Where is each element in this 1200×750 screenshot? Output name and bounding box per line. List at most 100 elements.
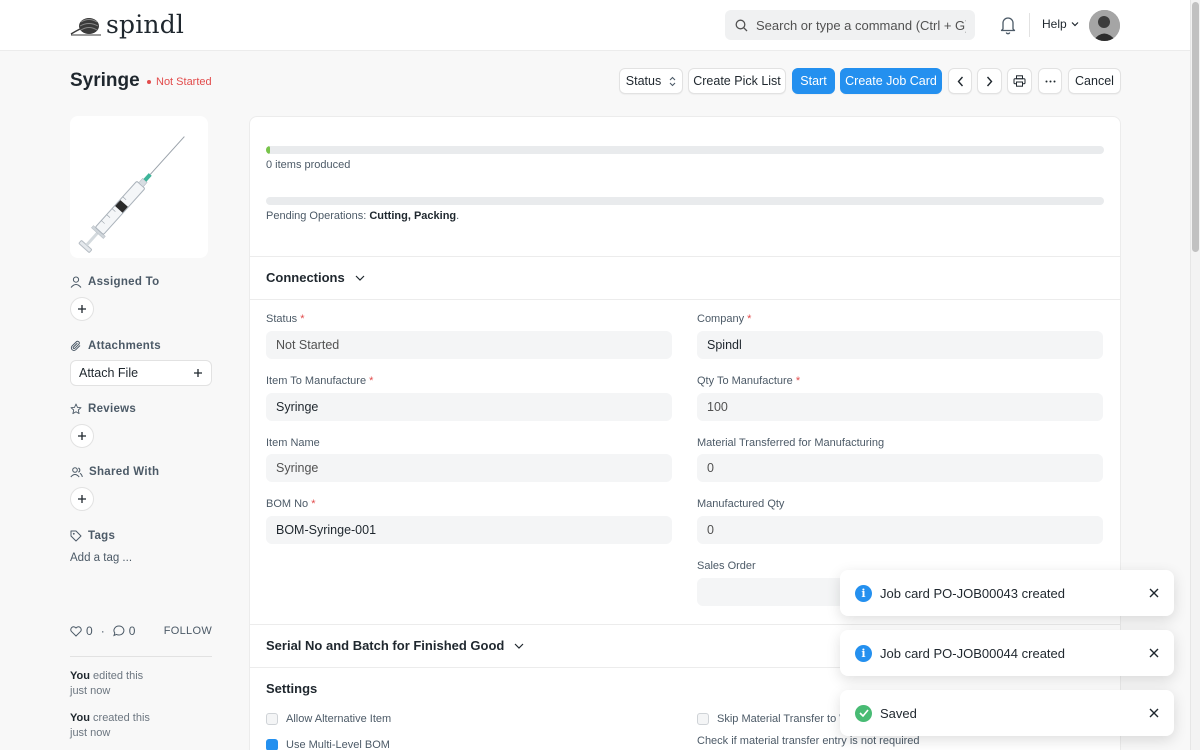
page-title: Syringe: [70, 70, 140, 91]
user-avatar[interactable]: [1089, 10, 1120, 41]
start-button[interactable]: Start: [792, 68, 835, 94]
item-to-manufacture-field[interactable]: Syringe: [266, 393, 672, 421]
app-logo[interactable]: spindl: [70, 10, 184, 39]
qty-to-manufacture-label: Qty To Manufacture *: [697, 375, 801, 387]
activity-action: created this: [93, 712, 150, 724]
bom-no-field[interactable]: BOM-Syringe-001: [266, 516, 672, 544]
plus-icon: [194, 369, 202, 377]
settings-title: Settings: [266, 681, 318, 696]
assigned-to-section: Assigned To: [70, 276, 159, 288]
chevron-down-icon: [514, 643, 524, 649]
heart-icon[interactable]: [70, 625, 82, 637]
status-button-label: Status: [625, 74, 662, 88]
attach-file-button[interactable]: Attach File: [70, 360, 212, 386]
status-text: Not Started: [156, 76, 212, 88]
sort-arrows-icon: [669, 76, 676, 86]
printer-icon: [1013, 75, 1026, 87]
activity-action: edited this: [93, 670, 144, 682]
help-label: Help: [1042, 17, 1067, 31]
print-button[interactable]: [1007, 68, 1032, 94]
checkbox-checked[interactable]: [266, 739, 278, 750]
activity-user[interactable]: You: [70, 670, 90, 682]
sidebar-divider: [70, 656, 212, 657]
paperclip-icon: [70, 340, 81, 351]
plus-icon: [78, 432, 86, 440]
search-bar[interactable]: [725, 10, 975, 40]
comments-count: 0: [128, 624, 136, 638]
activity-item: You created this just now: [70, 711, 150, 741]
toast-message: Saved: [880, 705, 917, 721]
attachments-label: Attachments: [88, 340, 161, 352]
close-icon[interactable]: [1148, 587, 1160, 599]
attachments-section: Attachments: [70, 340, 161, 352]
status-button[interactable]: Status: [619, 68, 683, 94]
page-scrollbar[interactable]: [1190, 0, 1200, 750]
plus-icon: [78, 495, 86, 503]
allow-alternative-item-checkbox[interactable]: Allow Alternative Item: [266, 713, 391, 725]
activity-user[interactable]: You: [70, 712, 90, 724]
create-pick-list-button[interactable]: Create Pick List: [688, 68, 786, 94]
close-icon[interactable]: [1148, 647, 1160, 659]
likes-count: 0: [86, 624, 93, 638]
tag-icon: [70, 530, 82, 542]
pending-prefix: Pending Operations:: [266, 210, 370, 222]
checkbox[interactable]: [266, 713, 278, 725]
chevron-down-icon: [355, 275, 365, 281]
help-dropdown[interactable]: Help: [1042, 17, 1079, 31]
close-icon[interactable]: [1148, 707, 1160, 719]
item-name-field[interactable]: Syringe: [266, 454, 672, 482]
qty-to-manufacture-field[interactable]: 100: [697, 393, 1103, 421]
produced-progress-bar: [266, 146, 1104, 154]
comment-icon[interactable]: [112, 625, 125, 637]
add-share-button[interactable]: [70, 487, 94, 511]
next-button[interactable]: [977, 68, 1002, 94]
search-input[interactable]: [756, 17, 966, 33]
settings-section-title: Settings: [266, 681, 317, 696]
material-transferred-field[interactable]: 0: [697, 454, 1103, 482]
skip-material-transfer-help: Check if material transfer entry is not …: [697, 735, 920, 747]
more-actions-button[interactable]: [1038, 68, 1062, 94]
toast-message: Job card PO-JOB00043 created: [880, 585, 1065, 601]
navbar-separator: [1029, 13, 1030, 37]
material-transferred-label: Material Transferred for Manufacturing: [697, 437, 885, 449]
info-icon: i: [855, 644, 872, 662]
operations-progress-bar: [266, 197, 1104, 205]
users-icon: [70, 467, 83, 478]
status-field-label: Status *: [266, 313, 305, 325]
follow-link[interactable]: FOLLOW: [164, 625, 212, 637]
ellipsis-icon: [1045, 80, 1055, 82]
company-field[interactable]: Spindl: [697, 331, 1103, 359]
use-multi-level-bom-checkbox[interactable]: Use Multi-Level BOM: [266, 739, 390, 750]
search-icon: [735, 19, 748, 31]
manufactured-qty-field[interactable]: 0: [697, 516, 1103, 544]
add-tag-link[interactable]: Add a tag ...: [70, 552, 132, 564]
assigned-to-label: Assigned To: [88, 276, 160, 288]
section-divider: [250, 256, 1120, 257]
tags-label: Tags: [88, 530, 116, 542]
attach-file-label: Attach File: [79, 366, 139, 380]
create-job-card-button[interactable]: Create Job Card: [840, 68, 942, 94]
serial-batch-section-toggle[interactable]: Serial No and Batch for Finished Good: [266, 638, 524, 653]
pending-suffix: .: [456, 210, 460, 222]
tags-section: Tags: [70, 530, 115, 542]
add-review-button[interactable]: [70, 424, 94, 448]
bell-icon[interactable]: [999, 15, 1017, 35]
scrollbar-thumb[interactable]: [1192, 2, 1199, 252]
activity-item: You edited this just now: [70, 669, 143, 699]
reviews-label: Reviews: [88, 403, 137, 415]
info-icon: i: [855, 584, 872, 602]
item-image[interactable]: [70, 116, 208, 258]
separator-dot: ·: [100, 624, 105, 638]
manufactured-qty-label: Manufactured Qty: [697, 498, 785, 510]
shared-with-section: Shared With: [70, 466, 159, 478]
check-circle-icon: [855, 704, 872, 722]
star-icon: [70, 403, 82, 415]
connections-section-toggle[interactable]: Connections: [266, 270, 365, 285]
chevron-down-icon: [1071, 22, 1079, 27]
previous-button[interactable]: [948, 68, 972, 94]
add-assignee-button[interactable]: [70, 297, 94, 321]
cancel-button[interactable]: Cancel: [1068, 68, 1121, 94]
skip-material-transfer-checkbox[interactable]: Skip Material Transfer to W: [697, 713, 850, 725]
checkbox[interactable]: [697, 713, 709, 725]
status-field[interactable]: Not Started: [266, 331, 672, 359]
